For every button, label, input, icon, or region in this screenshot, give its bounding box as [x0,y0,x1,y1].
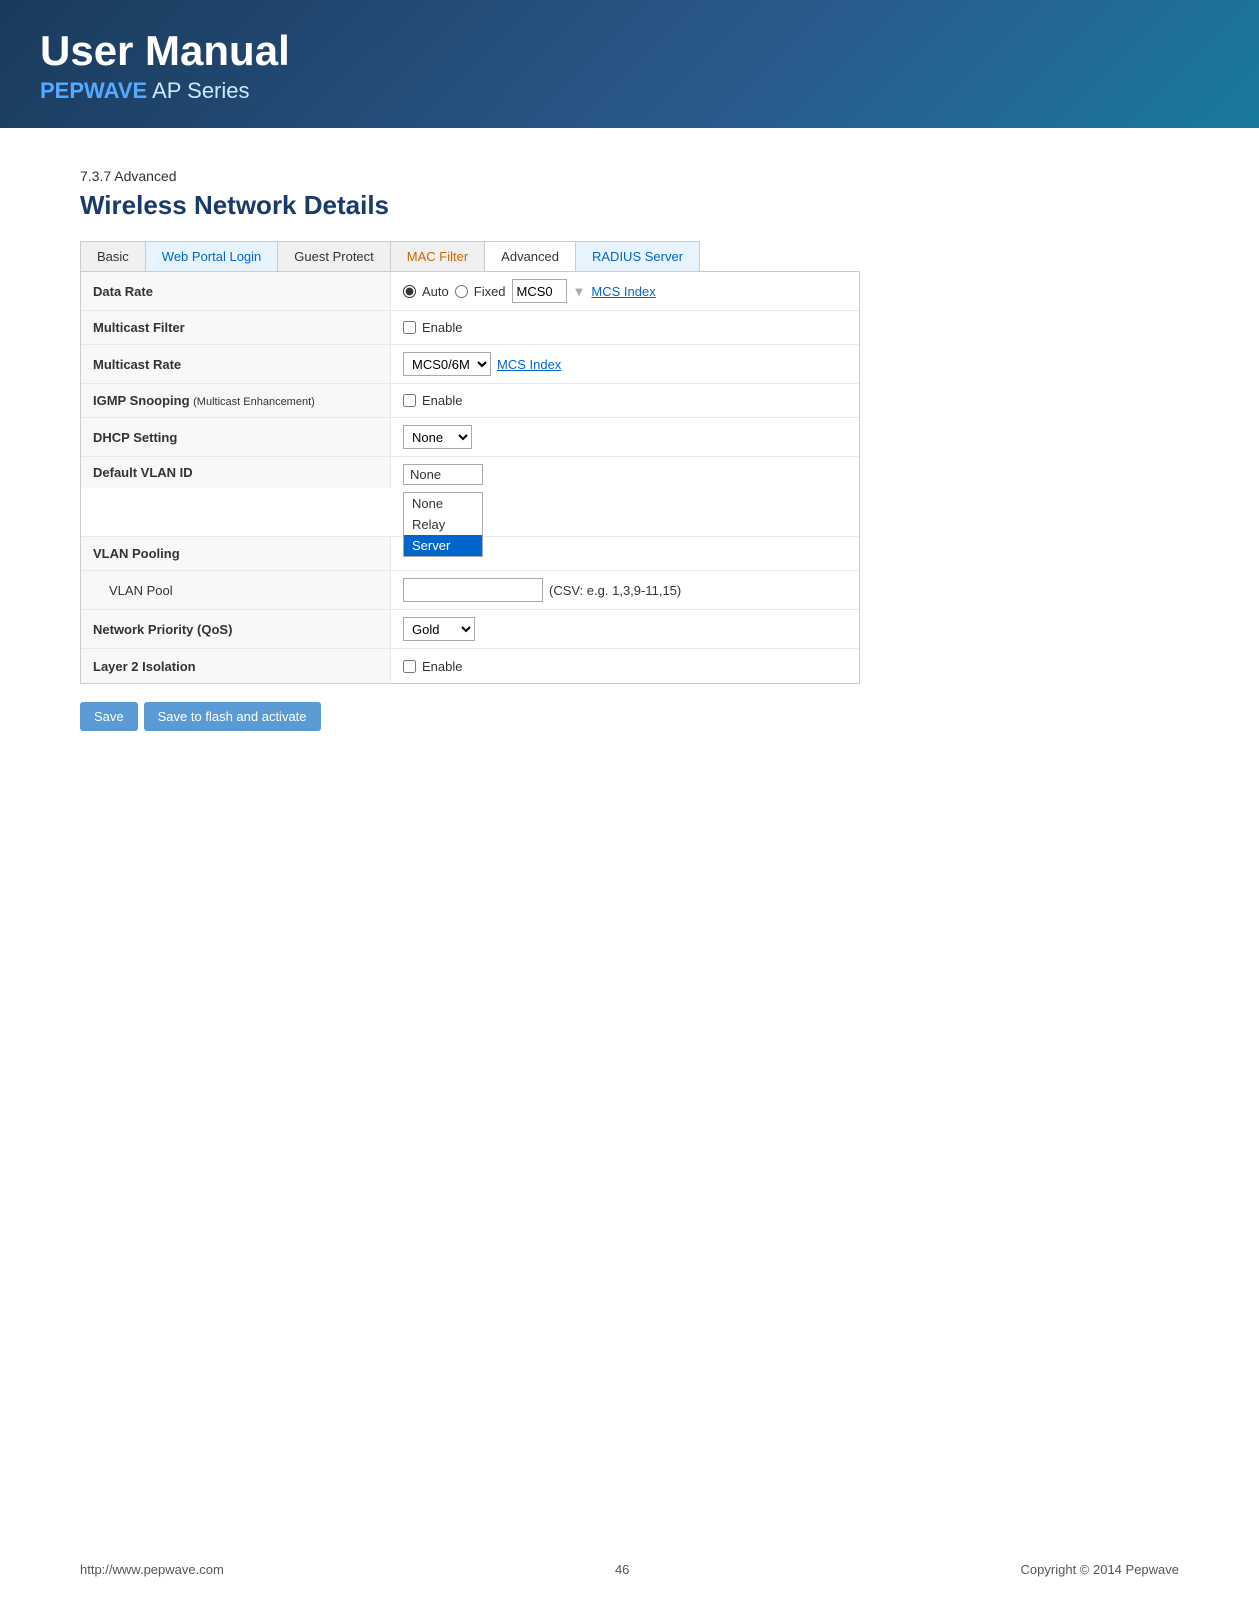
row-vlan-pool: VLAN Pool (CSV: e.g. 1,3,9-11,15) [81,571,859,610]
dhcp-dropdown-trigger[interactable]: None [403,464,483,485]
page-footer: http://www.pepwave.com 46 Copyright © 20… [0,1562,1259,1577]
footer-copyright: Copyright © 2014 Pepwave [1021,1562,1179,1577]
footer-url: http://www.pepwave.com [80,1562,224,1577]
igmp-enable-label: Enable [422,393,462,408]
label-multicast-rate: Multicast Rate [81,345,391,383]
dhcp-option-relay[interactable]: Relay [404,514,482,535]
value-multicast-rate: MCS0/6M MCS Index [391,345,859,383]
label-network-priority: Network Priority (QoS) [81,610,391,648]
label-default-vlan-id: Default VLAN ID [81,457,391,488]
value-igmp-snooping: Enable [391,384,859,417]
checkbox-igmp-snooping[interactable] [403,394,416,407]
radio-auto[interactable] [403,285,416,298]
multicast-filter-enable-label: Enable [422,320,462,335]
button-row: Save Save to flash and activate [80,702,1179,731]
row-dhcp-setting: DHCP Setting None Relay Server [81,418,859,457]
tab-mac-filter[interactable]: MAC Filter [391,242,485,271]
tab-bar: Basic Web Portal Login Guest Protect MAC… [80,241,700,271]
tab-advanced[interactable]: Advanced [485,242,576,271]
tab-web-portal-login[interactable]: Web Portal Login [146,242,279,271]
subtitle-rest: AP Series [147,78,249,103]
row-default-vlan-id: Default VLAN ID None None Relay Server [81,457,859,537]
fixed-label: Fixed [474,284,506,299]
value-data-rate: Auto Fixed ▼ MCS Index [391,272,859,310]
value-default-vlan-id: None None Relay Server [391,457,859,492]
save-flash-button[interactable]: Save to flash and activate [144,702,321,731]
dhcp-dropdown-container: None None Relay Server [403,464,483,485]
layer2-enable-label: Enable [422,659,462,674]
tab-basic[interactable]: Basic [81,242,146,271]
dropdown-arrow: ▼ [573,284,586,299]
select-network-priority[interactable]: Gold Silver Bronze [403,617,475,641]
row-data-rate: Data Rate Auto Fixed ▼ MCS Index [81,272,859,311]
form-container: Data Rate Auto Fixed ▼ MCS Index Multica… [80,271,860,684]
checkbox-multicast-filter[interactable] [403,321,416,334]
page-header: User Manual PEPWAVE AP Series [0,0,1259,128]
label-layer2-isolation: Layer 2 Isolation [81,649,391,683]
dhcp-dropdown-list: None Relay Server [403,492,483,557]
value-dhcp-setting: None Relay Server [391,418,859,456]
radio-fixed[interactable] [455,285,468,298]
label-vlan-pooling: VLAN Pooling [81,537,391,570]
section-number: 7.3.7 Advanced [80,168,1179,184]
fixed-value-input[interactable] [512,279,567,303]
vlan-pool-hint: (CSV: e.g. 1,3,9-11,15) [549,583,681,598]
row-network-priority: Network Priority (QoS) Gold Silver Bronz… [81,610,859,649]
multicast-mcs-index-link[interactable]: MCS Index [497,357,561,372]
dhcp-option-server[interactable]: Server [404,535,482,556]
checkbox-layer2-isolation[interactable] [403,660,416,673]
select-dhcp-setting[interactable]: None Relay Server [403,425,472,449]
row-layer2-isolation: Layer 2 Isolation Enable [81,649,859,683]
manual-subtitle: PEPWAVE AP Series [40,78,1219,104]
label-multicast-filter: Multicast Filter [81,311,391,344]
mcs-index-link[interactable]: MCS Index [591,284,655,299]
tab-guest-protect[interactable]: Guest Protect [278,242,390,271]
value-network-priority: Gold Silver Bronze [391,610,859,648]
save-button[interactable]: Save [80,702,138,731]
row-igmp-snooping: IGMP Snooping (Multicast Enhancement) En… [81,384,859,418]
footer-page: 46 [615,1562,629,1577]
label-data-rate: Data Rate [81,272,391,310]
dhcp-option-none[interactable]: None [404,493,482,514]
manual-title: User Manual [40,28,1219,74]
row-multicast-rate: Multicast Rate MCS0/6M MCS Index [81,345,859,384]
label-vlan-pool: VLAN Pool [81,571,391,609]
value-multicast-filter: Enable [391,311,859,344]
row-multicast-filter: Multicast Filter Enable [81,311,859,345]
auto-label: Auto [422,284,449,299]
label-igmp-snooping: IGMP Snooping (Multicast Enhancement) [81,384,391,417]
value-layer2-isolation: Enable [391,649,859,683]
brand-name: PEPWAVE [40,78,147,103]
tab-radius-server[interactable]: RADIUS Server [576,242,699,271]
section-title: Wireless Network Details [80,190,1179,221]
main-content: 7.3.7 Advanced Wireless Network Details … [0,158,1259,811]
value-vlan-pool: (CSV: e.g. 1,3,9-11,15) [391,571,859,609]
dhcp-selected-value: None [410,467,441,482]
label-dhcp-setting: DHCP Setting [81,418,391,456]
select-multicast-rate[interactable]: MCS0/6M [403,352,491,376]
vlan-pool-input[interactable] [403,578,543,602]
